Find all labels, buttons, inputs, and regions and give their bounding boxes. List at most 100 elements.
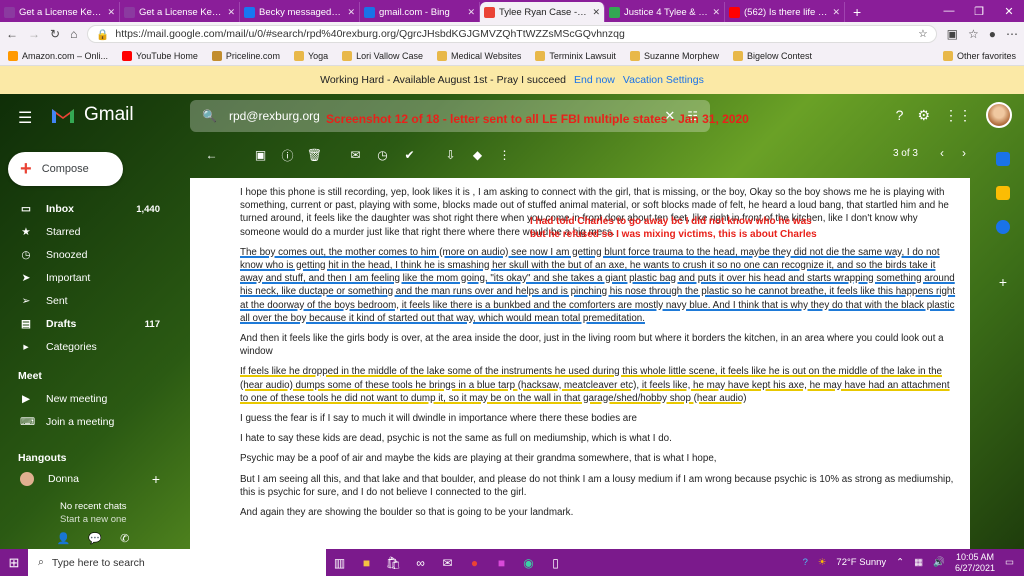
store-icon[interactable]: 🛍 [380,556,407,570]
sidebar-item-snoozed[interactable]: ◷ Snoozed [0,244,180,266]
windows-start-icon[interactable]: ⊞ [0,555,28,571]
tasks-icon[interactable] [996,220,1010,234]
hangouts-user[interactable]: Donna + [0,468,180,490]
clock[interactable]: 10:05 AM 6/27/2021 [955,552,995,574]
help-icon[interactable]: ? [896,107,904,123]
bookmark-suzanne[interactable]: Suzanne Morphew [629,50,719,61]
person-icon[interactable]: 👤 [57,532,71,545]
browser-tab[interactable]: Get a License Key - De ✕ [120,2,240,22]
browser-tab[interactable]: Justice 4 Tylee & JJ - L ✕ [605,2,725,22]
apps-grid-icon[interactable]: ⋮⋮ [944,107,972,124]
new-meeting-link[interactable]: ▶ New meeting [0,388,180,410]
network-icon[interactable]: ▦ [914,557,923,568]
start-chat-link[interactable]: Start a new one [60,513,127,526]
sidebar-item-drafts[interactable]: ▤ Drafts 117 [0,313,180,335]
search-icon[interactable]: 🔍 [202,109,217,123]
close-window-icon[interactable]: ✕ [994,5,1024,18]
close-tab-icon[interactable]: ✕ [227,7,235,18]
home-icon[interactable]: ⌂ [70,27,77,41]
chevron-up-icon[interactable]: ⌃ [896,557,904,568]
close-tab-icon[interactable]: ✕ [712,7,720,18]
browser-tab[interactable]: gmail.com - Bing ✕ [360,2,480,22]
main-menu-icon[interactable]: ☰ [18,108,32,128]
label-tag-icon[interactable]: ◆ [464,148,491,162]
email-paragraph: And again they are showing the boulder s… [240,507,574,519]
close-tab-icon[interactable]: ✕ [592,7,600,18]
add-task-icon[interactable]: ✔ [396,148,423,162]
phone-icon[interactable]: ✆ [120,532,129,545]
bookmark-youtube[interactable]: YouTube Home [122,50,198,61]
keep-icon[interactable] [996,186,1010,200]
close-tab-icon[interactable]: ✕ [347,7,355,18]
tab-label: Get a License Key - De [139,6,223,18]
app-icon[interactable]: ▯ [542,556,569,570]
close-tab-icon[interactable]: ✕ [832,7,840,18]
bookmark-amazon[interactable]: Amazon.com – Onli... [8,50,108,61]
profile-icon[interactable]: ● [989,27,996,41]
bookmark-priceline[interactable]: Priceline.com [211,50,280,61]
bookmark-lori-vallow[interactable]: Lori Vallow Case [342,50,423,61]
app-icon[interactable]: ■ [488,556,515,570]
report-spam-icon[interactable]: ⓘ [274,147,301,164]
sidebar-item-inbox[interactable]: ▭ Inbox 1,440 [0,198,180,220]
chat-bubble-icon[interactable]: 💬 [88,532,102,545]
restore-icon[interactable]: ❐ [964,5,994,18]
minimize-icon[interactable]: — [934,5,964,17]
browser-tab[interactable]: (562) Is there life after ✕ [725,2,845,22]
vacation-settings-link[interactable]: Vacation Settings [623,74,704,86]
close-tab-icon[interactable]: ✕ [467,7,475,18]
trash-icon[interactable]: 🗑 [301,148,328,162]
weather-text[interactable]: 72°F Sunny [836,557,886,568]
help-icon[interactable]: ? [803,557,808,568]
mark-unread-icon[interactable]: ✉ [342,148,369,162]
close-tab-icon[interactable]: ✕ [107,7,115,18]
other-favorites[interactable]: Other favorites [942,50,1016,61]
archive-icon[interactable]: ▣ [247,148,274,162]
browser-tab[interactable]: Becky messaged your ✕ [240,2,360,22]
bookmark-terminix[interactable]: Terminix Lawsuit [535,50,616,61]
tab-favicon [609,6,620,18]
add-addon-icon[interactable]: + [999,274,1007,290]
more-menu-icon[interactable]: ⋯ [1006,27,1018,41]
end-now-link[interactable]: End now [574,74,615,86]
new-tab-button[interactable]: + [845,2,869,22]
more-options-icon[interactable]: ⋮ [491,148,518,162]
volume-icon[interactable]: 🔊 [933,557,945,568]
bookmark-medical[interactable]: Medical Websites [437,50,521,61]
chevron-left-icon[interactable]: ‹ [940,146,944,160]
mail-icon[interactable]: ✉ [434,556,461,570]
sidebar-item-sent[interactable]: ➢ Sent [0,290,180,312]
folder-icon[interactable]: ■ [353,556,380,570]
back-icon[interactable]: ← [6,27,18,41]
avatar[interactable] [986,102,1012,128]
calendar-icon[interactable] [996,152,1010,166]
forward-icon[interactable]: → [28,27,40,41]
bookmark-yoga[interactable]: Yoga [293,50,328,61]
notifications-icon[interactable]: ▭ [1005,557,1014,568]
refresh-icon[interactable]: ↻ [50,27,60,41]
browser-tab-active[interactable]: Tylee Ryan Case - Lori ✕ [480,2,605,22]
gear-icon[interactable]: ⚙ [917,107,930,124]
back-arrow-icon[interactable]: ← [198,148,225,162]
sidebar-item-starred[interactable]: ★ Starred [0,221,180,243]
new-chat-plus-icon[interactable]: + [152,471,160,487]
chrome-icon[interactable]: ● [461,556,488,570]
favorites-icon[interactable]: ☆ [968,27,979,41]
browser-tab[interactable]: Get a License Key - De ✕ [0,2,120,22]
join-meeting-link[interactable]: ⌨ Join a meeting [0,411,180,433]
star-bookmark-icon[interactable]: ☆ [918,28,927,40]
url-bar[interactable]: 🔒 https://mail.google.com/mail/u/0/#sear… [87,25,937,43]
sidebar-item-categories[interactable]: ▸ Categories [0,336,180,358]
move-to-icon[interactable]: ⇩ [437,148,464,162]
bookmark-bigelow[interactable]: Bigelow Contest [732,50,812,61]
compose-button[interactable]: + Compose [8,152,123,186]
task-view-icon[interactable]: ▥ [326,556,353,570]
collections-icon[interactable]: ▣ [947,27,958,41]
taskbar-search-input[interactable]: ⌕ Type here to search [28,549,326,576]
chevron-right-icon[interactable]: › [962,146,966,160]
sidebar-item-important[interactable]: ➤ Important [0,267,180,289]
app-infinity-icon[interactable]: ∞ [407,556,434,570]
snooze-icon[interactable]: ◷ [369,148,396,162]
edge-icon[interactable]: ◉ [515,556,542,570]
gmail-logo[interactable]: Gmail [50,104,134,126]
